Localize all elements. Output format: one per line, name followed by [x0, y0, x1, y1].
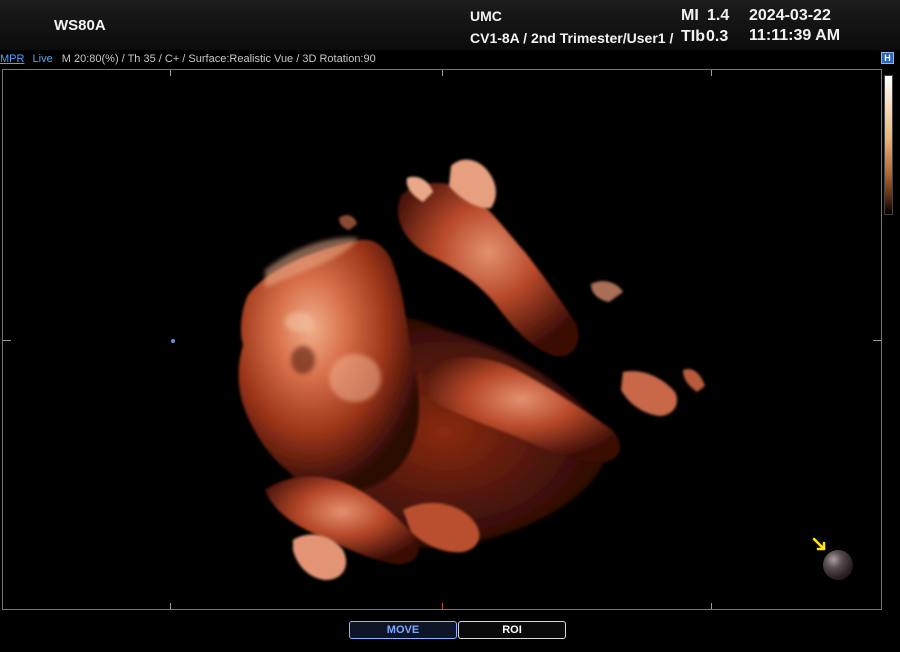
- tib-label: TIb: [681, 28, 705, 45]
- top-tick-left: [170, 70, 171, 76]
- hospital-name: UMC: [470, 8, 502, 24]
- rotation-center-marker: [171, 339, 175, 343]
- render-foot-2: [683, 368, 705, 392]
- right-tick: [873, 340, 881, 341]
- header-bar: WS80A UMC CV1-8A / 2nd Trimester/User1 /…: [0, 0, 900, 50]
- tib-value: 0.3: [706, 28, 729, 45]
- h-icon[interactable]: H: [881, 52, 894, 64]
- exam-date: 2024-03-22: [749, 7, 831, 24]
- probe-preset: CV1-8A / 2nd Trimester/User1 /: [470, 30, 674, 46]
- bottom-tick-right: [711, 603, 712, 609]
- ultrasound-screen: WS80A UMC CV1-8A / 2nd Trimester/User1 /…: [0, 0, 900, 652]
- status-line: MPR Live M 20:80(%) / Th 35 / C+ / Surfa…: [0, 52, 376, 66]
- bottom-tick-center: [442, 603, 443, 609]
- exam-time: 11:11:39 AM: [749, 27, 841, 44]
- render-foot: [621, 371, 678, 416]
- 3d-surface-render: [238, 159, 705, 580]
- top-tick-center: [442, 70, 443, 76]
- arrow-icon: [812, 537, 826, 551]
- mi-value: 1.4: [707, 7, 730, 24]
- left-tick: [3, 340, 11, 341]
- device-name: WS80A: [54, 17, 106, 34]
- color-map-bar: [884, 75, 893, 215]
- top-tick-right: [711, 70, 712, 76]
- render-nose: [285, 312, 313, 332]
- mpr-mode-link[interactable]: MPR: [0, 52, 24, 66]
- mi-label: MI: [681, 7, 699, 24]
- roi-button[interactable]: ROI: [458, 621, 566, 639]
- 3d-render-viewport[interactable]: [2, 69, 882, 610]
- render-right-fragment: [591, 281, 623, 302]
- orientation-ball-icon[interactable]: [823, 550, 853, 580]
- live-indicator: Live: [32, 53, 53, 65]
- imaging-parameters: M 20:80(%) / Th 35 / C+ / Surface:Realis…: [61, 53, 376, 65]
- render-eye: [291, 346, 315, 374]
- move-button[interactable]: MOVE: [349, 621, 457, 639]
- render-cheek: [329, 354, 381, 402]
- render-small-fragment: [339, 215, 357, 230]
- bottom-tick-left: [170, 603, 171, 609]
